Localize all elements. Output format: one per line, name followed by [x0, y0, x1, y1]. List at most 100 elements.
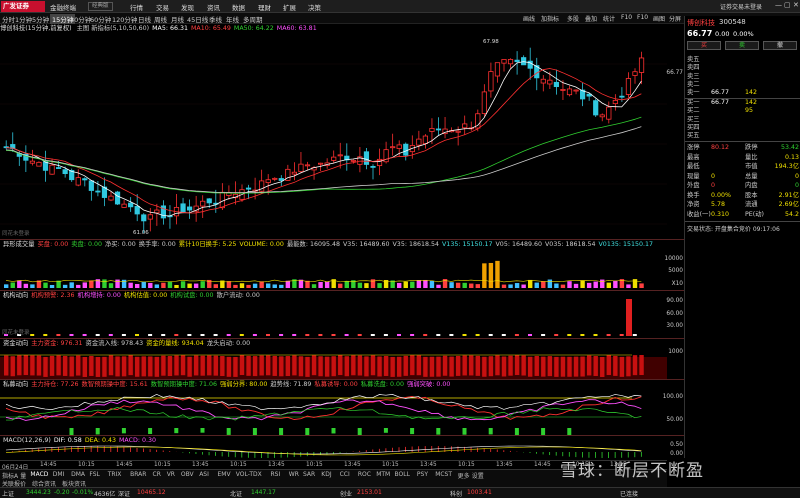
fund-bar [613, 355, 618, 376]
draw-line-button[interactable]: 画线 [523, 14, 535, 23]
account-status[interactable]: 证券交易未登录 [720, 2, 762, 11]
fund-bar [213, 355, 218, 376]
tf-timeshare[interactable]: 分时 [2, 14, 15, 24]
nav-trade[interactable]: 交易 [156, 2, 169, 12]
indicator-tab-obv[interactable]: OBV [181, 471, 194, 478]
indicator-tab-dmi[interactable]: DMI [53, 471, 65, 478]
fund-bar [580, 356, 585, 377]
tf-45day[interactable]: 45日线 [187, 14, 208, 24]
tf-multi[interactable]: 多周期 [243, 14, 263, 24]
overlay-button[interactable]: 叠加 [585, 14, 597, 23]
nav-discover[interactable]: 发现 [181, 2, 194, 12]
candle-body [540, 78, 546, 84]
nav-wealth[interactable]: 理财 [258, 2, 271, 12]
private-fund-lines[interactable] [0, 380, 684, 435]
split-screen-button[interactable]: 分屏 [669, 14, 681, 23]
volume-bar [462, 282, 467, 288]
maximize-icon[interactable]: ▢ [784, 1, 791, 9]
volume-bar [4, 284, 9, 288]
fund-bar [95, 356, 101, 377]
nav-news[interactable]: 资讯 [207, 2, 220, 12]
tf-quarter[interactable]: 季线 [209, 14, 222, 24]
indicator-tab-mtm[interactable]: MTM [376, 471, 390, 478]
indicator-tab-brar[interactable]: BRAR [130, 471, 146, 478]
indicator-tab-wr[interactable]: WR [289, 471, 299, 478]
volume-bar [266, 283, 271, 288]
indicator-tab-sar[interactable]: SAR [303, 471, 315, 478]
kline-pane[interactable]: 博创科技(15分钟,前复权) 主图 新指标(5,10,50,60) MA5: 66… [0, 24, 683, 239]
candle-body [42, 161, 49, 171]
institution-bar [344, 334, 349, 336]
institution-bar [449, 334, 454, 336]
indicator-tab-asi[interactable]: ASI [199, 471, 209, 478]
tf-day[interactable]: 日线 [138, 14, 151, 24]
candle-body [291, 171, 298, 175]
tf-60min[interactable]: 60分钟 [90, 14, 111, 24]
status-item: 1447.17 [251, 489, 276, 496]
cancel-order-button[interactable]: 撤 [763, 41, 797, 50]
tf-120min[interactable]: 120分钟 [112, 14, 137, 24]
indicator-tab-macd[interactable]: MACD [30, 471, 48, 478]
fund-bar [292, 355, 297, 376]
draw-button[interactable]: 画图 [653, 14, 665, 23]
nav-data[interactable]: 数据 [232, 2, 245, 12]
nav-decision[interactable]: 决策 [308, 2, 321, 12]
indicator-tab-roc[interactable]: ROC [358, 471, 371, 478]
candlestick-chart[interactable] [0, 24, 684, 239]
fund-bar [259, 355, 264, 376]
tf-year[interactable]: 年线 [226, 14, 239, 24]
institution-bar [161, 334, 166, 336]
close-icon[interactable]: ✕ [793, 1, 799, 9]
indicator-tab-trix[interactable]: TRIX [108, 471, 122, 478]
fund-bar [357, 355, 363, 376]
stats-button[interactable]: 统计 [603, 14, 615, 23]
indicator-tab-rsi[interactable]: RSI [271, 471, 281, 478]
tf-5min[interactable]: 5分钟 [32, 14, 49, 24]
fund-bar [488, 356, 494, 377]
indicator-tab-cr[interactable]: CR [153, 471, 161, 478]
indicator-tab-psy[interactable]: PSY [417, 471, 428, 478]
institution-bars[interactable] [0, 291, 684, 338]
sell-button[interactable]: 卖 [725, 41, 759, 50]
tf-week[interactable]: 周线 [154, 14, 167, 24]
chip-bar [148, 428, 153, 434]
volume-bars[interactable] [0, 240, 684, 290]
fund-bar [89, 355, 94, 376]
indicator-tab-vol-tdx[interactable]: VOL-TDX [236, 471, 262, 478]
fund-flow-pane[interactable]: 资金动向 主力资金: 976.31 资金流入线: 978.43 资金的量线: 934.… [0, 339, 683, 379]
f10-alt-button[interactable]: F10 [637, 14, 648, 21]
add-indicator-button[interactable]: 加指标 [541, 14, 559, 23]
nav-quotes[interactable]: 行情 [130, 2, 143, 12]
indicator-tab-emv[interactable]: EMV [218, 471, 231, 478]
multi-stock-button[interactable]: 多股 [567, 14, 579, 23]
chart-area[interactable]: 博创科技(15分钟,前复权) 主图 新指标(5,10,50,60) MA5: 66… [0, 24, 684, 458]
minimize-icon[interactable]: — [775, 1, 782, 9]
indicator-tab-vr[interactable]: VR [167, 471, 175, 478]
indicator-tab-boll[interactable]: BOLL [395, 471, 410, 478]
tf-30min[interactable]: 30分钟 [70, 14, 91, 24]
quote-stat-row: 外盘 0 内盘 0 [687, 182, 799, 189]
candle-body [396, 144, 402, 149]
private-fund-pane[interactable]: 私募动向 主力持仓: 77.26 数智预期操中度: 15.61 数智预期操中度: 71… [0, 380, 683, 435]
indicator-tab-dma[interactable]: DMA [71, 471, 85, 478]
indicator-tab-mcst[interactable]: MCST [435, 471, 452, 478]
volume-pane[interactable]: 异形成交量 买盘: 0.00 卖盘: 0.00 净买: 0.00 换手率: 0.00 累计… [0, 240, 683, 290]
f10-button[interactable]: F10 [621, 14, 632, 21]
volume-bar [161, 282, 166, 288]
fund-bar [469, 355, 474, 376]
candle-body [632, 71, 638, 76]
institution-pane[interactable]: 机构动向 机构预警: 2.36 机构增持: 0.00 机构估值: 0.00 机构试盘: … [0, 291, 683, 338]
candle-body [141, 214, 147, 222]
edition-dropdown[interactable]: 经典版 [88, 2, 113, 11]
institution-bar [226, 334, 231, 336]
tf-1min[interactable]: 1分钟 [15, 14, 32, 24]
tf-month[interactable]: 月线 [171, 14, 184, 24]
nav-extend[interactable]: 扩展 [283, 2, 296, 12]
quote-stat-row: 换手 0.00% 股本 2.91亿 [687, 191, 799, 199]
buy-button[interactable]: 买 [687, 41, 721, 50]
indicator-tab-fsl[interactable]: FSL [89, 471, 100, 478]
candle-body [36, 161, 42, 167]
indicator-tab-cci[interactable]: CCI [340, 471, 350, 478]
indicator-tab-kdj[interactable]: KDJ [321, 471, 331, 478]
fund-flow-bars[interactable] [0, 339, 684, 379]
